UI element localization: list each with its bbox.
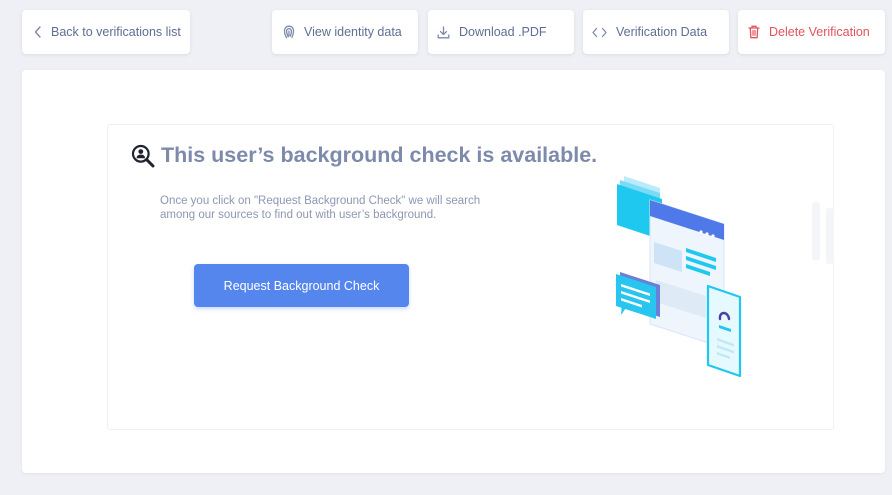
delete-verification-button[interactable]: Delete Verification bbox=[738, 10, 885, 54]
description-text: Once you click on "Request Background Ch… bbox=[160, 195, 481, 221]
trash-icon bbox=[748, 25, 760, 39]
request-background-check-button[interactable]: Request Background Check bbox=[194, 264, 409, 307]
view-identity-data-label: View identity data bbox=[304, 25, 402, 39]
back-to-list-button[interactable]: Back to verifications list bbox=[22, 10, 190, 54]
verification-data-button[interactable]: Verification Data bbox=[583, 10, 729, 54]
chevron-left-icon bbox=[34, 26, 42, 38]
page-title: This user’s background check is availabl… bbox=[131, 143, 597, 168]
download-pdf-label: Download .PDF bbox=[459, 25, 547, 39]
background-check-illustration bbox=[616, 176, 834, 378]
view-identity-data-button[interactable]: View identity data bbox=[272, 10, 418, 54]
download-icon bbox=[437, 25, 450, 39]
code-icon bbox=[592, 27, 607, 38]
fingerprint-icon bbox=[283, 25, 295, 39]
title-text: This user’s background check is availabl… bbox=[161, 143, 598, 167]
delete-verification-label: Delete Verification bbox=[769, 25, 870, 39]
download-pdf-button[interactable]: Download .PDF bbox=[428, 10, 574, 54]
back-to-list-label: Back to verifications list bbox=[51, 25, 181, 39]
magnify-user-icon bbox=[131, 144, 155, 168]
verification-data-label: Verification Data bbox=[616, 25, 708, 39]
